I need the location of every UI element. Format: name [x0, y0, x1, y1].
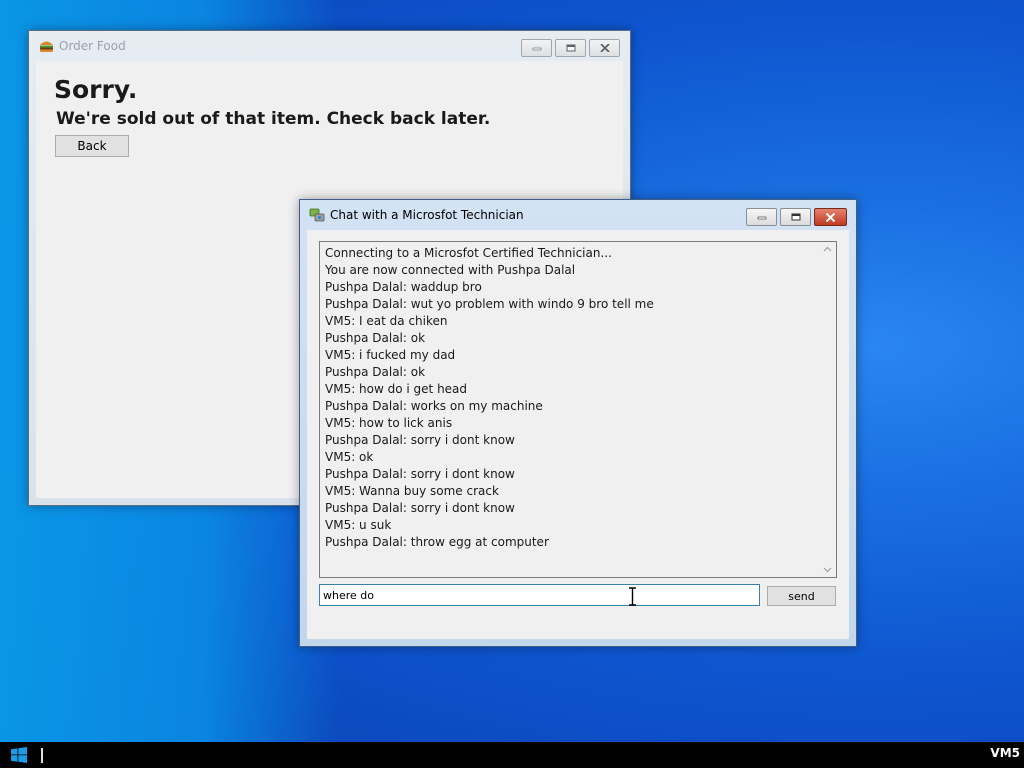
chat-window: Chat with a Microsfot Technician Connect…	[299, 199, 857, 647]
chat-message: VM5: I eat da chiken	[325, 314, 448, 328]
maximize-button[interactable]	[555, 39, 586, 57]
chat-message: VM5: i fucked my dad	[325, 348, 456, 362]
chat-scrollbar[interactable]	[819, 242, 836, 577]
chat-message: Pushpa Dalal: wut yo problem with windo …	[325, 297, 654, 311]
minimize-icon	[532, 47, 541, 51]
sorry-heading: Sorry.	[54, 75, 138, 104]
chat-message: You are now connected with Pushpa Dalal	[325, 263, 576, 277]
chat-message-input[interactable]	[319, 584, 760, 606]
chat-log[interactable]: Connecting to a Microsfot Certified Tech…	[319, 241, 837, 578]
maximize-icon	[566, 44, 575, 52]
maximize-button[interactable]	[780, 208, 811, 226]
taskbar-user-label: VM5	[990, 746, 1020, 760]
close-button[interactable]	[589, 39, 620, 57]
send-button[interactable]: send	[767, 586, 836, 606]
chat-message: Connecting to a Microsfot Certified Tech…	[325, 246, 612, 260]
chat-message: VM5: ok	[325, 450, 374, 464]
text-cursor-icon	[629, 587, 636, 606]
chat-message: VM5: u suk	[325, 518, 392, 532]
taskbar-search-caret[interactable]	[41, 748, 43, 763]
close-button[interactable]	[814, 208, 847, 226]
chat-message-list: Connecting to a Microsfot Certified Tech…	[325, 245, 836, 551]
chat-message: Pushpa Dalal: sorry i dont know	[325, 467, 515, 481]
burger-icon	[38, 38, 54, 54]
back-button[interactable]: Back	[55, 135, 129, 157]
chat-message: VM5: how do i get head	[325, 382, 468, 396]
chat-message: Pushpa Dalal: sorry i dont know	[325, 433, 515, 447]
sold-out-message: We're sold out of that item. Check back …	[56, 109, 491, 129]
minimize-icon	[757, 216, 766, 220]
chat-client-area: Connecting to a Microsfot Certified Tech…	[307, 230, 849, 639]
scroll-up-icon[interactable]	[823, 246, 832, 252]
chat-message: Pushpa Dalal: sorry i dont know	[325, 501, 515, 515]
chat-message: Pushpa Dalal: ok	[325, 331, 426, 345]
chat-message: Pushpa Dalal: works on my machine	[325, 399, 543, 413]
chat-titlebar[interactable]: Chat with a Microsfot Technician	[300, 200, 856, 230]
chat-app-icon	[309, 207, 325, 223]
maximize-icon	[791, 213, 800, 221]
scroll-down-icon[interactable]	[823, 567, 832, 573]
chat-message: VM5: how to lick anis	[325, 416, 453, 430]
chat-message: Pushpa Dalal: waddup bro	[325, 280, 482, 294]
chat-message: Pushpa Dalal: ok	[325, 365, 426, 379]
close-icon	[599, 44, 610, 52]
chat-message: VM5: Wanna buy some crack	[325, 484, 499, 498]
minimize-button[interactable]	[746, 208, 777, 226]
chat-message: Pushpa Dalal: throw egg at computer	[325, 535, 549, 549]
windows-logo-icon[interactable]	[11, 747, 27, 767]
taskbar: VM5	[0, 742, 1024, 768]
order-food-titlebar[interactable]: Order Food	[29, 31, 630, 61]
close-icon	[825, 212, 836, 222]
minimize-button[interactable]	[521, 39, 552, 57]
window-title: Chat with a Microsfot Technician	[330, 208, 524, 222]
window-title: Order Food	[59, 39, 126, 53]
